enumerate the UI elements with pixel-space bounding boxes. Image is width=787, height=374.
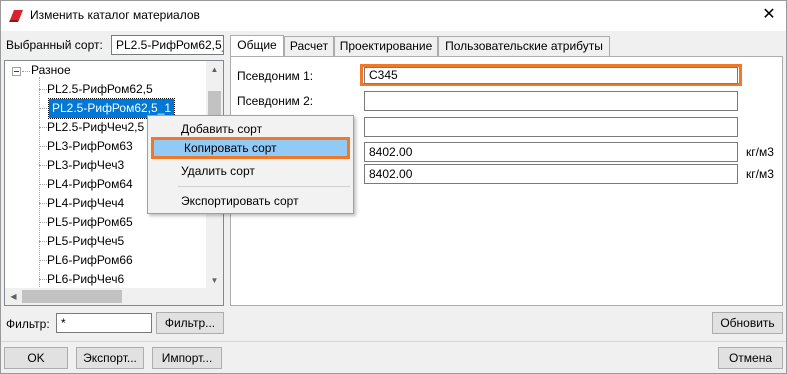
density2-input[interactable]: 8402.00 (364, 164, 738, 184)
tree-item[interactable]: PL5-РифЧеч5 (47, 232, 124, 251)
close-icon[interactable]: ✕ (755, 2, 783, 28)
ok-button[interactable]: OK (4, 347, 68, 369)
menu-export-sort[interactable]: Экспортировать сорт (148, 190, 353, 212)
menu-separator (178, 186, 350, 187)
tree-item[interactable]: PL6-РифРом66 (47, 251, 133, 270)
tree-horizontal-scrollbar[interactable]: ◀ ▶ (5, 288, 223, 305)
tree-item[interactable]: PL2.5-РифЧеч2,5 (47, 118, 144, 137)
density1-input[interactable]: 8402.00 (364, 142, 738, 162)
export-button[interactable]: Экспорт... (76, 347, 144, 369)
filter-input[interactable]: * (56, 313, 152, 333)
tab-design[interactable]: Проектирование (334, 36, 438, 56)
window-title: Изменить каталог материалов (30, 8, 200, 22)
filter-button[interactable]: Фильтр... (156, 312, 224, 334)
tree-item[interactable]: PL3-РифРом63 (47, 137, 133, 156)
tree-root-label[interactable]: Разное (31, 63, 71, 77)
selected-sort-field[interactable]: PL2.5-РифРом62,5_1 (111, 35, 224, 55)
menu-copy-sort[interactable]: Копировать сорт (151, 137, 350, 159)
pseudonym2-label: Псевдоним 2: (237, 94, 314, 108)
pseudonym2-input[interactable] (364, 91, 738, 111)
selected-sort-label: Выбранный сорт: (6, 38, 103, 52)
tree-item[interactable]: PL3-РифЧеч3 (47, 156, 124, 175)
pseudonym1-input[interactable]: С345 (364, 67, 738, 84)
hscroll-thumb[interactable] (22, 290, 122, 303)
tree-item[interactable]: PL2.5-РифРом62,5 (47, 80, 153, 99)
tree-item[interactable]: PL4-РифРом64 (47, 175, 133, 194)
tab-calculation[interactable]: Расчет (284, 36, 334, 56)
app-icon (9, 10, 23, 22)
divider (1, 341, 786, 342)
cancel-button[interactable]: Отмена (718, 347, 783, 369)
pseudonym1-label: Псевдоним 1: (237, 69, 314, 83)
tab-general[interactable]: Общие (230, 35, 284, 57)
tree-item[interactable]: PL5-РифРом65 (47, 213, 133, 232)
tree-item[interactable]: PL4-РифЧеч4 (47, 194, 124, 213)
scroll-down-icon[interactable]: ▼ (206, 272, 223, 289)
tab-user-attributes[interactable]: Пользовательские атрибуты (438, 36, 610, 56)
filter-label: Фильтр: (6, 317, 50, 331)
density2-unit: кг/м3 (746, 167, 774, 181)
scroll-left-icon[interactable]: ◀ (5, 288, 22, 305)
menu-delete-sort[interactable]: Удалить сорт (148, 160, 353, 182)
context-menu: Добавить сорт Копировать сорт Удалить со… (147, 115, 354, 214)
scroll-up-icon[interactable]: ▲ (206, 61, 223, 78)
field3-input[interactable] (364, 117, 738, 137)
density1-unit: кг/м3 (746, 145, 774, 159)
refresh-button[interactable]: Обновить (712, 312, 783, 334)
import-button[interactable]: Импорт... (152, 347, 222, 369)
collapse-icon[interactable] (12, 67, 21, 76)
